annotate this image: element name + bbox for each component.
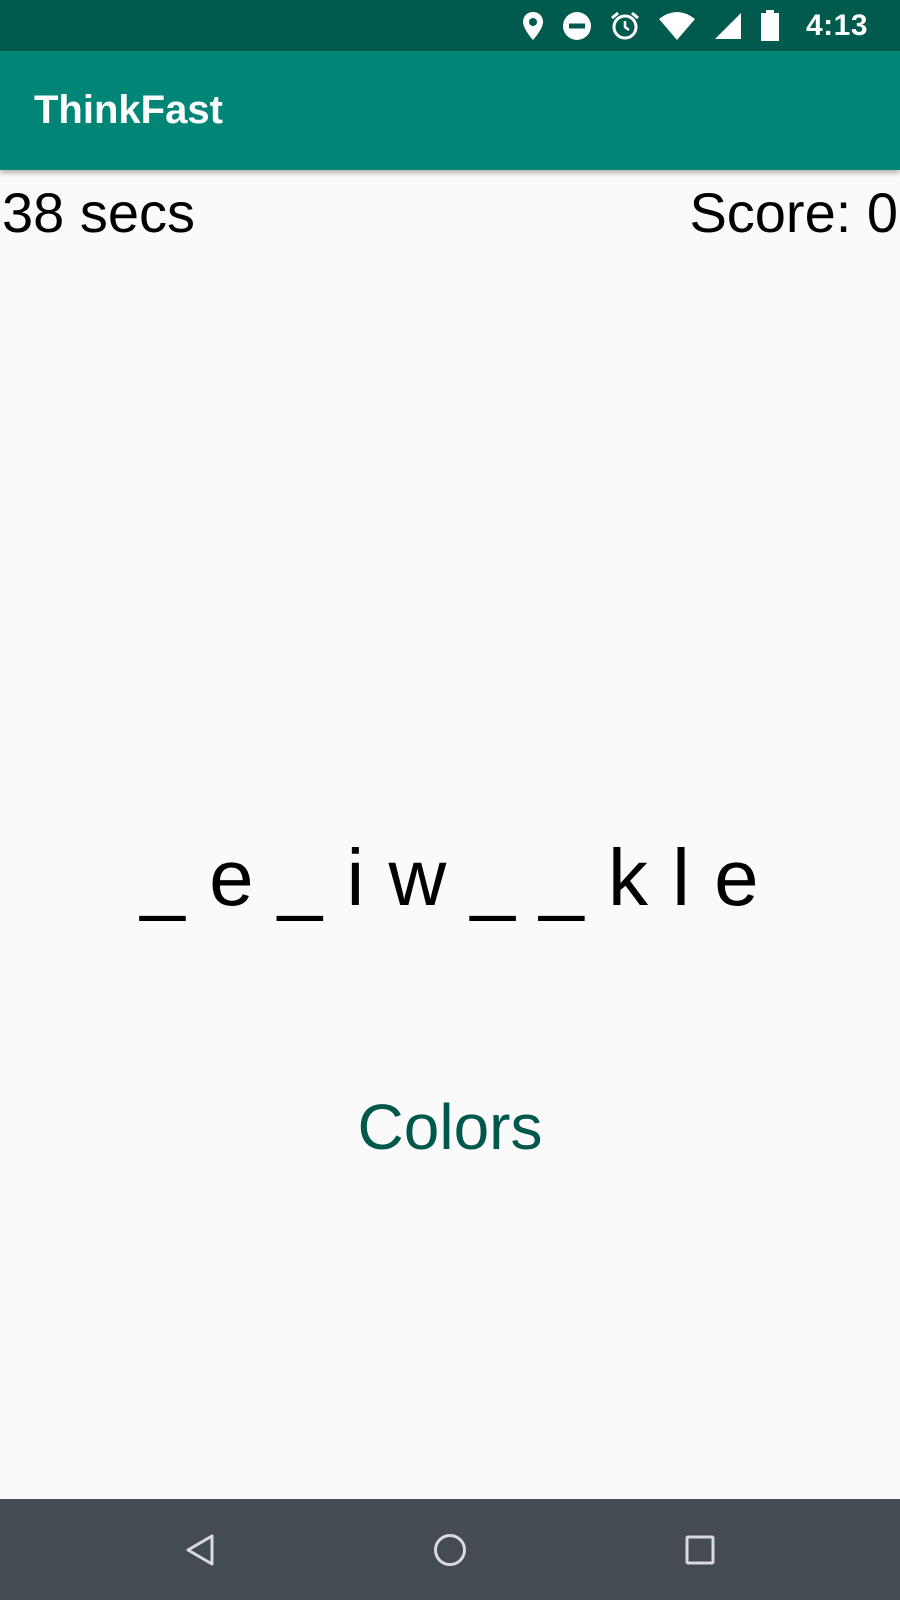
home-icon: [434, 1533, 466, 1566]
recents-icon: [685, 1535, 715, 1564]
alarm-icon: [610, 11, 639, 39]
status-time: 4:13: [805, 8, 868, 42]
word-puzzle: _ e _ i w _ _ k l e: [140, 833, 760, 922]
cellular-signal-icon: [714, 12, 741, 39]
battery-icon: [760, 9, 779, 41]
recents-button[interactable]: [640, 1499, 760, 1600]
back-icon: [186, 1534, 214, 1565]
wifi-icon: [658, 11, 695, 40]
do-not-disturb-icon: [562, 11, 591, 40]
app-title: ThinkFast: [34, 88, 223, 132]
timer-label: 38 secs: [2, 181, 195, 244]
status-icons: 4:13: [522, 0, 868, 51]
category-label: Colors: [357, 1091, 543, 1163]
app-bar: ThinkFast: [0, 51, 900, 170]
location-icon: [522, 11, 543, 40]
home-button[interactable]: [390, 1499, 510, 1600]
navigation-bar: [0, 1499, 900, 1600]
status-bar: 4:13: [0, 0, 900, 51]
score-label: Score: 0: [689, 181, 898, 244]
back-button[interactable]: [140, 1499, 260, 1600]
